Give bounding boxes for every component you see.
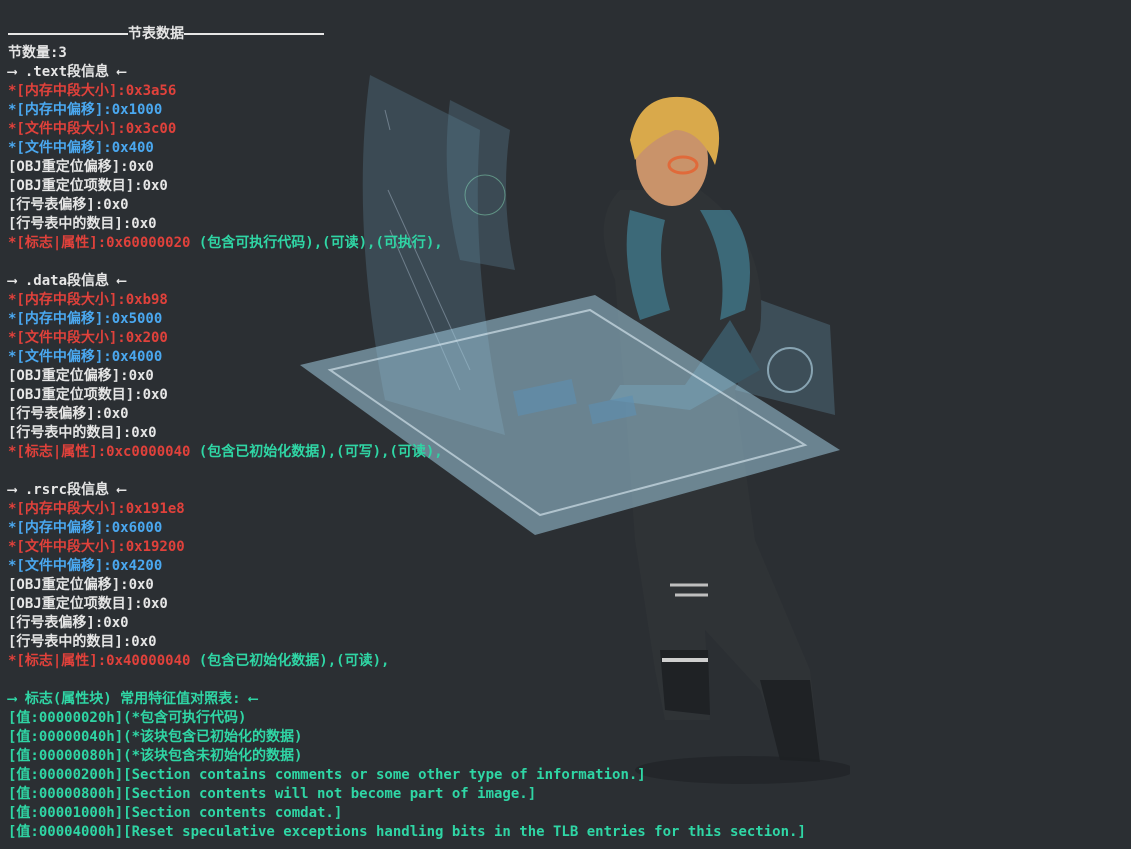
mem-offset: *[内存中偏移]:0x5000 [8,311,163,327]
flags-desc: (包含可执行代码),(可读),(可执行), [198,235,443,251]
section-count: 节数量:3 [8,45,67,61]
mem-size: *[内存中段大小]:0x191e8 [8,501,185,517]
reference-row: [值:00000040h](*该块包含已初始化的数据) [8,729,303,745]
flags-value: *[标志|属性]:0x60000020 [8,235,191,251]
mem-offset: *[内存中偏移]:0x1000 [8,102,163,118]
line-table-offset: [行号表偏移]:0x0 [8,197,129,213]
obj-reloc-offset: [OBJ重定位偏移]:0x0 [8,159,154,175]
mem-size: *[内存中段大小]:0xb98 [8,292,168,308]
console-window[interactable]: 节表数据 节数量:3 ⟶ .text段信息 ⟵ *[内存中段大小]:0x3a56… [0,0,1131,849]
obj-reloc-count: [OBJ重定位项数目]:0x0 [8,596,168,612]
console-output: 节表数据 节数量:3 ⟶ .text段信息 ⟵ *[内存中段大小]:0x3a56… [8,25,806,842]
obj-reloc-offset: [OBJ重定位偏移]:0x0 [8,577,154,593]
file-offset: *[文件中偏移]:0x4000 [8,349,163,365]
header-line: 节表数据 [8,25,806,44]
file-size: *[文件中段大小]:0x200 [8,330,168,346]
flags-desc: (包含已初始化数据),(可写),(可读), [198,444,443,460]
reference-heading: ⟶ 标志(属性块) 常用特征值对照表: ⟵ [8,691,258,707]
separator [8,33,128,35]
flags-line: *[标志|属性]:0x60000020 (包含可执行代码),(可读),(可执行)… [8,234,806,253]
flags-line: *[标志|属性]:0x40000040 (包含已初始化数据),(可读), [8,652,806,671]
file-offset: *[文件中偏移]:0x4200 [8,558,163,574]
separator [184,33,324,35]
obj-reloc-count: [OBJ重定位项数目]:0x0 [8,178,168,194]
section-heading: ⟶ .rsrc段信息 ⟵ [8,482,126,498]
mem-offset: *[内存中偏移]:0x6000 [8,520,163,536]
obj-reloc-count: [OBJ重定位项数目]:0x0 [8,387,168,403]
line-table-count: [行号表中的数目]:0x0 [8,216,157,232]
file-size: *[文件中段大小]:0x3c00 [8,121,177,137]
reference-row: [值:00000020h](*包含可执行代码) [8,710,247,726]
section-heading: ⟶ .text段信息 ⟵ [8,64,126,80]
file-offset: *[文件中偏移]:0x400 [8,140,154,156]
line-table-offset: [行号表偏移]:0x0 [8,615,129,631]
reference-row: [值:00000080h](*该块包含未初始化的数据) [8,748,303,764]
mem-size: *[内存中段大小]:0x3a56 [8,83,177,99]
section-heading: ⟶ .data段信息 ⟵ [8,273,126,289]
flags-line: *[标志|属性]:0xc0000040 (包含已初始化数据),(可写),(可读)… [8,443,806,462]
flags-value: *[标志|属性]:0xc0000040 [8,444,191,460]
line-table-offset: [行号表偏移]:0x0 [8,406,129,422]
reference-row: [值:00001000h][Section contents comdat.] [8,805,343,821]
reference-row: [值:00000800h][Section contents will not … [8,786,537,802]
flags-desc: (包含已初始化数据),(可读), [198,653,390,669]
file-size: *[文件中段大小]:0x19200 [8,539,185,555]
reference-row: [值:00000200h][Section contains comments … [8,767,646,783]
reference-row: [值:00004000h][Reset speculative exceptio… [8,824,806,840]
line-table-count: [行号表中的数目]:0x0 [8,425,157,441]
obj-reloc-offset: [OBJ重定位偏移]:0x0 [8,368,154,384]
header-title: 节表数据 [128,26,184,42]
flags-value: *[标志|属性]:0x40000040 [8,653,191,669]
line-table-count: [行号表中的数目]:0x0 [8,634,157,650]
